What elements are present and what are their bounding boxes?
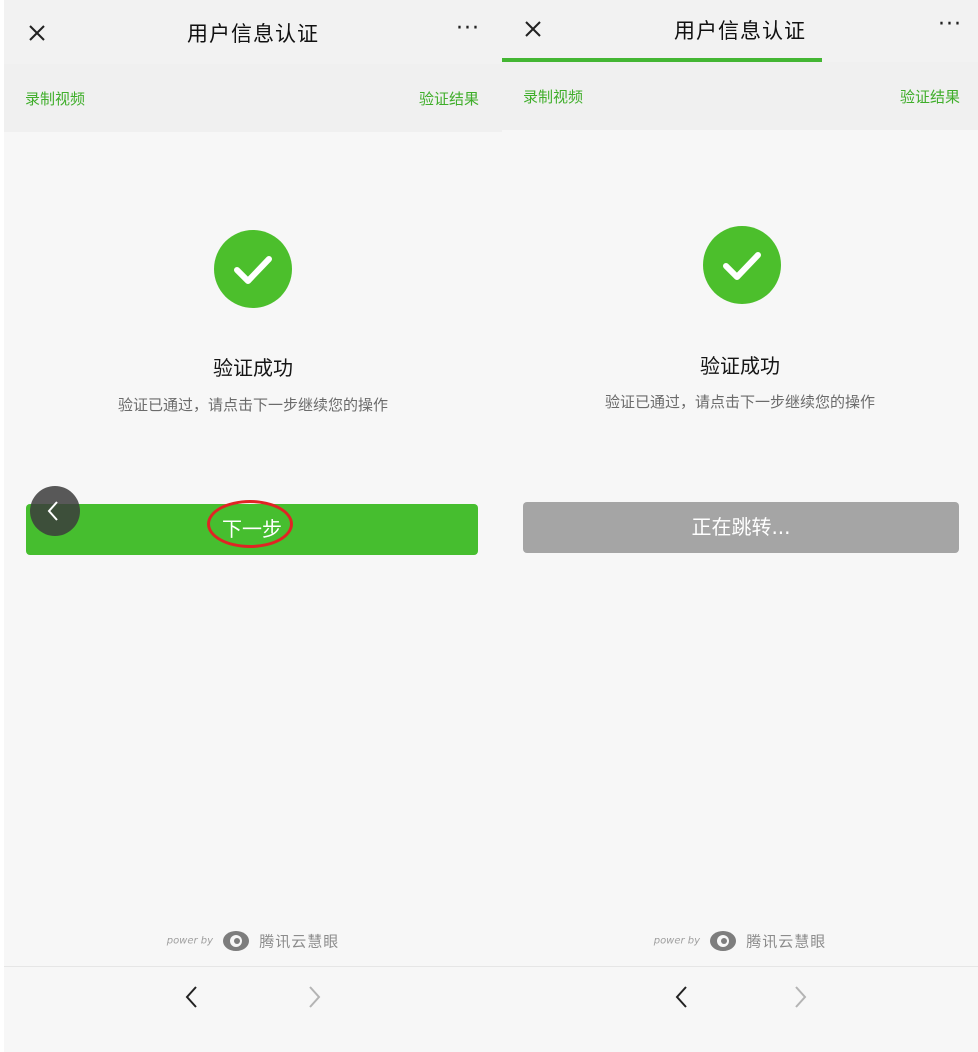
tencent-logo-icon [223,931,250,951]
nav-forward-button[interactable] [788,983,812,1015]
title-bar: 用户信息认证 ··· [4,0,502,64]
nav-forward-button[interactable] [302,983,326,1015]
chevron-right-icon [309,986,321,1008]
nav-back-button[interactable] [670,983,694,1015]
chevron-left-icon [47,501,58,521]
tab-verify-result[interactable]: 验证结果 [900,86,960,107]
success-title: 验证成功 [213,356,293,380]
success-title: 验证成功 [700,354,780,378]
title-bar: 用户信息认证 ··· [502,0,978,64]
success-description: 验证已通过，请点击下一步继续您的操作 [117,396,388,414]
nav-back-button[interactable] [180,983,204,1015]
tab-record-video[interactable]: 录制视频 [523,86,583,107]
redirecting-button[interactable]: 正在跳转... [523,502,959,553]
more-button[interactable]: ··· [456,16,480,41]
success-check-icon [214,230,292,308]
brand-name: 腾讯云慧眼 [746,932,827,951]
chevron-left-icon [185,986,197,1008]
bottom-navbar [502,966,978,1027]
step-tabs: 录制视频 验证结果 [4,64,502,132]
brand-name: 腾讯云慧眼 [259,932,340,951]
tencent-logo-icon [710,931,737,951]
floating-back-button[interactable] [30,486,80,536]
tab-verify-result[interactable]: 验证结果 [419,88,479,109]
success-check-icon [703,226,781,304]
left-screen: 用户信息认证 ··· 录制视频 验证结果 验证成功 验证已通过，请点击下一步继续… [4,0,502,1052]
powered-by-footer: power by 腾讯云慧眼 [4,930,502,954]
powered-by-footer: power by 腾讯云慧眼 [502,930,978,954]
page-title: 用户信息认证 [187,22,319,46]
redirecting-label: 正在跳转... [691,515,791,539]
success-description: 验证已通过，请点击下一步继续您的操作 [604,393,875,411]
powered-by-text: power by [166,935,214,947]
powered-by-text: power by [653,935,701,947]
bottom-navbar [4,966,502,1027]
chevron-left-icon [675,986,687,1008]
chevron-right-icon [795,986,807,1008]
more-button[interactable]: ··· [938,12,962,37]
annotation-circle [207,500,293,548]
right-screen: 用户信息认证 ··· 录制视频 验证结果 验证成功 验证已通过，请点击下一步继续… [502,0,978,1052]
step-tabs: 录制视频 验证结果 [502,62,978,130]
tab-record-video[interactable]: 录制视频 [25,88,85,109]
page-title: 用户信息认证 [674,19,806,43]
